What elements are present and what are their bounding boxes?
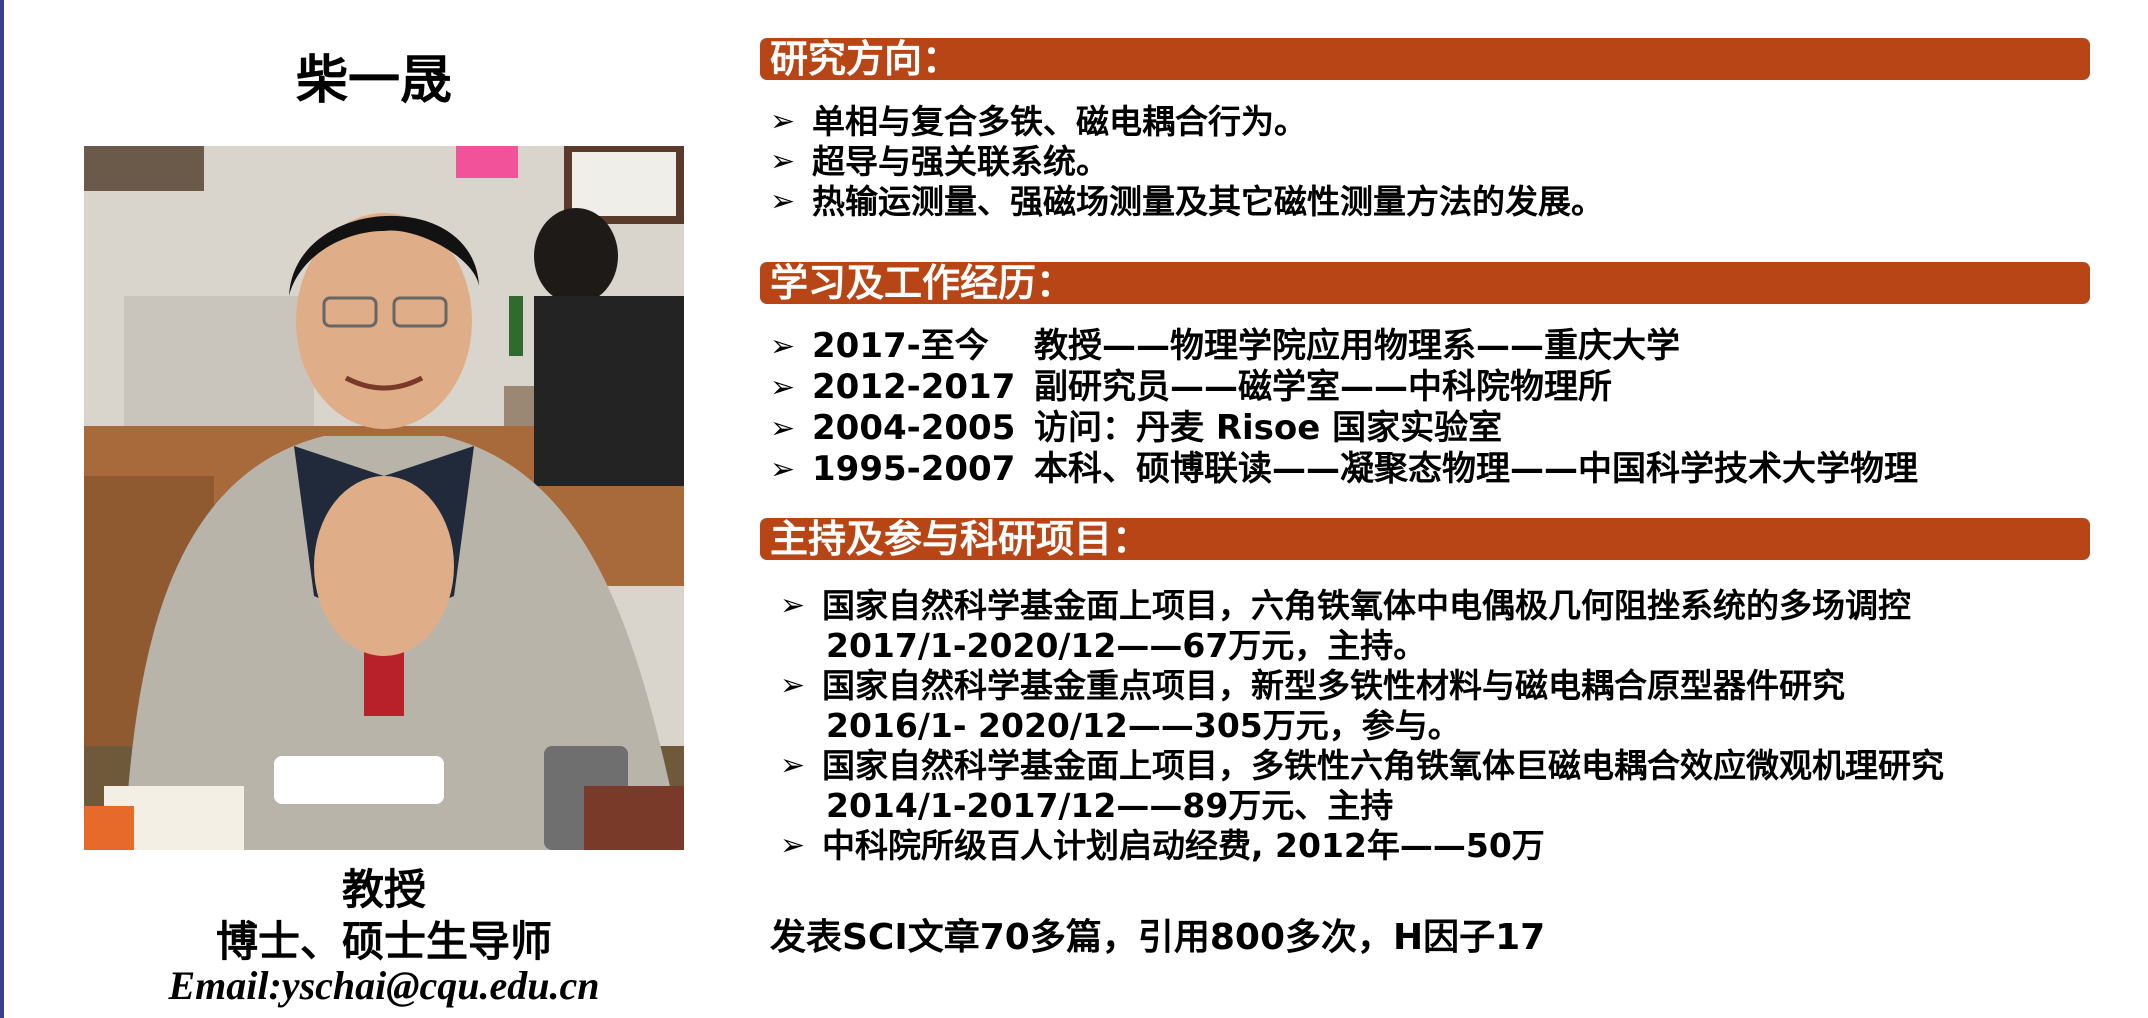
career-list: ➢ 2017-至今 教授——物理学院应用物理系——重庆大学 ➢ 2012-2017 副研… bbox=[770, 326, 1918, 490]
research-list: ➢ 单相与复合多铁、磁电耦合行为。 ➢ 超导与强关联系统。 ➢ 热输运测量、强磁场测量… bbox=[770, 102, 1604, 222]
list-item: ➢ 1995-2007 本科、硕博联读——凝聚态物理——中国科学技术大学物理 bbox=[770, 449, 1918, 490]
list-item: ➢ 国家自然科学基金重点项目，新型多铁性材料与磁电耦合原型器件研究 2016/1- … bbox=[770, 666, 1944, 746]
list-item: ➢ 热输运测量、强磁场测量及其它磁性测量方法的发展。 bbox=[770, 182, 1604, 221]
project-title: 国家自然科学基金重点项目，新型多铁性材料与磁电耦合原型器件研究 bbox=[822, 666, 1845, 705]
career-description: 本科、硕博联读——凝聚态物理——中国科学技术大学物理 bbox=[1034, 449, 1918, 489]
project-detail: 2014/1-2017/12——89万元、主持 bbox=[826, 786, 1394, 825]
arrow-bullet-icon: ➢ bbox=[770, 411, 796, 446]
arrow-bullet-icon: ➢ bbox=[770, 329, 796, 364]
arrow-bullet-icon: ➢ bbox=[770, 144, 796, 179]
project-detail: 2017/1-2020/12——67万元，主持。 bbox=[826, 626, 1427, 665]
profile-degree: 博士、硕士生导师 bbox=[215, 917, 552, 966]
project-detail: 2016/1- 2020/12——305万元，参与。 bbox=[826, 706, 1461, 745]
career-years: 2012-2017 bbox=[812, 367, 1016, 407]
arrow-bullet-icon: ➢ bbox=[780, 588, 806, 623]
arrow-bullet-icon: ➢ bbox=[780, 748, 806, 783]
publication-summary: 发表SCI文章70多篇，引用800多次，H因子17 bbox=[770, 917, 1546, 958]
list-item: ➢ 2004-2005 访问：丹麦 Risoe 国家实验室 bbox=[770, 408, 1918, 449]
career-section-header: 学习及工作经历： bbox=[760, 262, 2090, 304]
career-years: 1995-2007 bbox=[812, 449, 1016, 489]
list-item: ➢ 2017-至今 教授——物理学院应用物理系——重庆大学 bbox=[770, 326, 1918, 367]
list-item: ➢ 国家自然科学基金面上项目，六角铁氧体中电偶极几何阻挫系统的多场调控 2017/1… bbox=[770, 586, 1944, 666]
project-title: 中科院所级百人计划启动经费, 2012年——50万 bbox=[822, 826, 1545, 865]
career-years: 2017-至今 bbox=[812, 326, 989, 366]
arrow-bullet-icon: ➢ bbox=[770, 370, 796, 405]
list-item: ➢ 国家自然科学基金面上项目，多铁性六角铁氧体巨磁电耦合效应微观机理研究 2014/… bbox=[770, 746, 1944, 826]
arrow-bullet-icon: ➢ bbox=[780, 668, 806, 703]
projects-list: ➢ 国家自然科学基金面上项目，六角铁氧体中电偶极几何阻挫系统的多场调控 2017/1… bbox=[770, 586, 1944, 866]
research-section-header: 研究方向： bbox=[760, 38, 2090, 80]
career-years: 2004-2005 bbox=[812, 408, 1016, 448]
profile-photo bbox=[84, 146, 684, 850]
career-description: 副研究员——磁学室——中科院物理所 bbox=[1034, 367, 1612, 407]
arrow-bullet-icon: ➢ bbox=[770, 184, 796, 219]
list-item: ➢ 超导与强关联系统。 bbox=[770, 142, 1109, 181]
list-item: ➢ 中科院所级百人计划启动经费, 2012年——50万 bbox=[770, 826, 1944, 866]
profile-name: 柴一晟 bbox=[295, 51, 452, 111]
list-item: ➢ 单相与复合多铁、磁电耦合行为。 bbox=[770, 102, 1307, 141]
arrow-bullet-icon: ➢ bbox=[770, 104, 796, 139]
list-item: ➢ 2012-2017 副研究员——磁学室——中科院物理所 bbox=[770, 367, 1918, 408]
arrow-bullet-icon: ➢ bbox=[770, 452, 796, 487]
left-border-rule bbox=[0, 0, 4, 1018]
career-description: 教授——物理学院应用物理系——重庆大学 bbox=[1034, 326, 1680, 366]
project-title: 国家自然科学基金面上项目，多铁性六角铁氧体巨磁电耦合效应微观机理研究 bbox=[822, 746, 1944, 785]
arrow-bullet-icon: ➢ bbox=[780, 828, 806, 863]
career-description: 访问：丹麦 Risoe 国家实验室 bbox=[1034, 408, 1503, 448]
projects-section-header: 主持及参与科研项目： bbox=[760, 518, 2090, 560]
project-title: 国家自然科学基金面上项目，六角铁氧体中电偶极几何阻挫系统的多场调控 bbox=[822, 586, 1911, 625]
profile-email[interactable]: Email:yschai@cqu.edu.cn bbox=[84, 962, 684, 1009]
